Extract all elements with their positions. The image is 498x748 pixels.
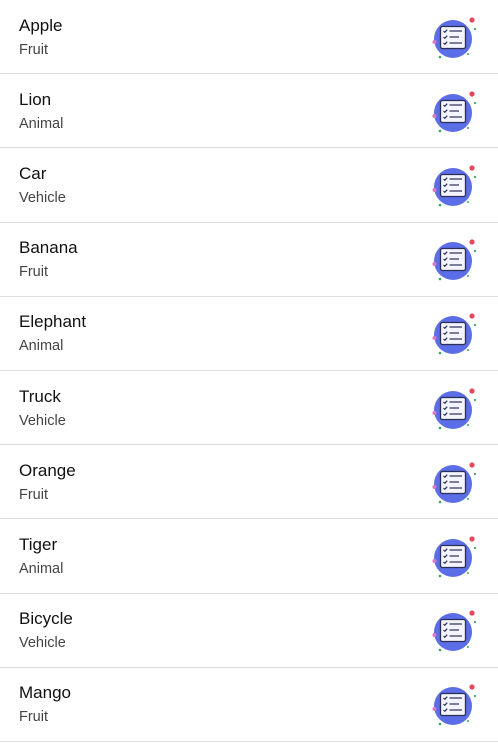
list-item-text: Lion Animal bbox=[19, 89, 63, 133]
list-item-subtitle: Fruit bbox=[19, 264, 48, 281]
checklist-icon bbox=[432, 165, 477, 207]
list-item-text: Bicycle Vehicle bbox=[19, 608, 73, 652]
list-item-subtitle: Vehicle bbox=[19, 635, 66, 652]
list-item-subtitle: Vehicle bbox=[19, 412, 66, 429]
list-item[interactable]: Mango Fruit bbox=[0, 668, 498, 742]
list-item-subtitle: Vehicle bbox=[19, 189, 66, 206]
list-item-text: Mango Fruit bbox=[19, 682, 71, 726]
list-item[interactable]: Lion Animal bbox=[0, 74, 498, 149]
item-list: Apple Fruit Lion Animal Car Vehicle Bana… bbox=[0, 0, 498, 742]
list-item-title: Banana bbox=[19, 238, 78, 258]
list-item[interactable]: Apple Fruit bbox=[0, 0, 498, 75]
checklist-icon bbox=[432, 387, 477, 429]
checklist-icon bbox=[432, 462, 477, 504]
list-item-subtitle: Fruit bbox=[19, 41, 48, 58]
list-item[interactable]: Elephant Animal bbox=[0, 297, 498, 371]
list-item[interactable]: Bicycle Vehicle bbox=[0, 594, 498, 668]
list-item-title: Apple bbox=[19, 15, 63, 35]
list-item-text: Orange Fruit bbox=[19, 460, 76, 504]
list-item-title: Elephant bbox=[19, 312, 87, 332]
list-item-text: Tiger Animal bbox=[19, 534, 63, 578]
list-item-title: Lion bbox=[19, 89, 52, 109]
list-item-text: Banana Fruit bbox=[19, 237, 78, 281]
list-item-text: Truck Vehicle bbox=[19, 386, 66, 430]
list-item-subtitle: Fruit bbox=[19, 709, 48, 726]
list-item-title: Orange bbox=[19, 460, 76, 480]
list-item[interactable]: Orange Fruit bbox=[0, 445, 498, 520]
checklist-icon bbox=[432, 684, 477, 726]
checklist-icon bbox=[432, 91, 477, 133]
list-item-title: Mango bbox=[19, 683, 71, 703]
checklist-icon bbox=[432, 239, 477, 281]
checklist-icon bbox=[432, 536, 477, 578]
list-item[interactable]: Truck Vehicle bbox=[0, 371, 498, 446]
list-item-subtitle: Animal bbox=[19, 115, 64, 132]
list-item-subtitle: Fruit bbox=[19, 486, 48, 503]
checklist-icon bbox=[432, 16, 477, 58]
list-item-title: Truck bbox=[19, 386, 61, 406]
list-item-title: Car bbox=[19, 163, 47, 183]
list-item[interactable]: Tiger Animal bbox=[0, 519, 498, 594]
checklist-icon bbox=[432, 610, 477, 652]
list-item-title: Tiger bbox=[19, 534, 58, 554]
list-item-title: Bicycle bbox=[19, 609, 73, 629]
list-item[interactable]: Banana Fruit bbox=[0, 223, 498, 297]
list-item[interactable]: Car Vehicle bbox=[0, 148, 498, 223]
list-item-text: Elephant Animal bbox=[19, 311, 86, 355]
list-item-subtitle: Animal bbox=[19, 338, 64, 355]
list-item-text: Car Vehicle bbox=[19, 163, 66, 207]
list-item-subtitle: Animal bbox=[19, 560, 64, 577]
list-item-text: Apple Fruit bbox=[19, 15, 62, 59]
checklist-icon bbox=[432, 313, 477, 355]
